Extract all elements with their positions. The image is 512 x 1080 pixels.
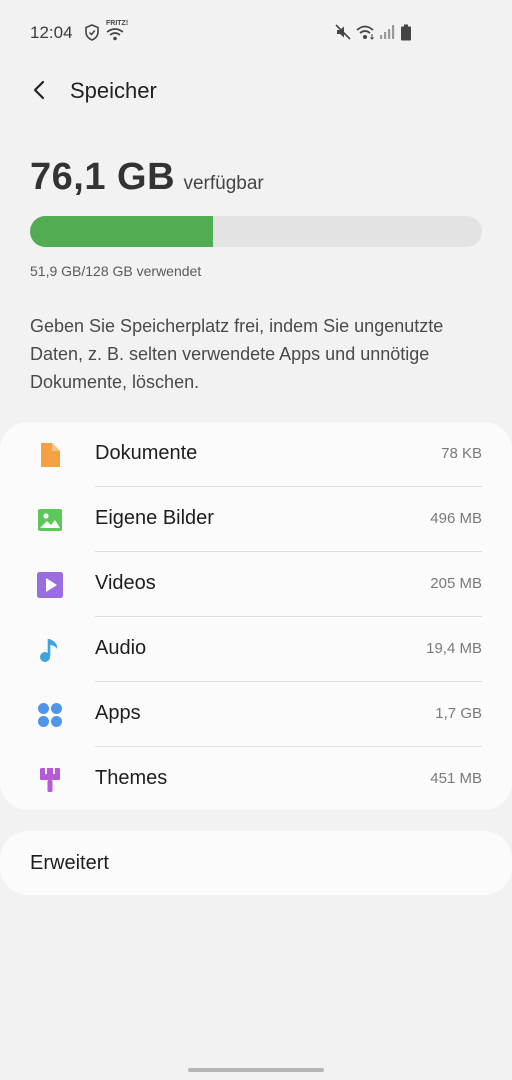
storage-categories-card: Dokumente 78 KB Eigene Bilder 496 MB Vid…	[0, 422, 512, 810]
category-size: 19,4 MB	[426, 640, 482, 657]
category-label: Dokumente	[95, 442, 198, 464]
category-size: 78 KB	[441, 445, 482, 462]
status-time: 12:04	[30, 23, 73, 42]
category-label: Eigene Bilder	[95, 507, 214, 529]
category-label: Audio	[95, 637, 147, 659]
document-icon	[41, 443, 60, 467]
category-size: 1,7 GB	[435, 705, 482, 722]
apps-icon	[38, 703, 62, 727]
image-icon	[38, 509, 62, 531]
category-label: Videos	[95, 572, 156, 594]
video-icon	[37, 572, 63, 598]
category-row-audio[interactable]: Audio 19,4 MB	[0, 617, 512, 682]
advanced-button[interactable]: Erweitert	[0, 831, 512, 895]
storage-usage-bar-fill	[30, 216, 214, 247]
page-title: Speicher	[70, 78, 157, 103]
storage-description: Geben Sie Speicherplatz frei, indem Sie …	[30, 316, 444, 392]
home-indicator[interactable]	[188, 1068, 324, 1072]
category-size: 496 MB	[430, 510, 482, 527]
category-row-dokumente[interactable]: Dokumente 78 KB	[0, 422, 512, 487]
brush-icon	[40, 768, 60, 792]
category-size: 205 MB	[430, 575, 482, 592]
wifi-icon	[356, 25, 374, 40]
category-row-videos[interactable]: Videos 205 MB	[0, 552, 512, 617]
storage-available-value: 76,1 GB	[30, 156, 176, 198]
storage-usage-bar	[30, 216, 482, 247]
wifi-network-label: FRITZ!	[106, 20, 129, 27]
status-bar: 12:04 FRITZ!	[0, 0, 512, 68]
shield-icon	[85, 24, 99, 41]
advanced-label: Erweitert	[30, 852, 109, 874]
app-bar: Speicher	[0, 68, 512, 118]
storage-used-text: 51,9 GB/128 GB verwendet	[30, 263, 202, 279]
battery-icon	[401, 24, 411, 41]
mute-icon	[335, 24, 351, 40]
category-row-apps[interactable]: Apps 1,7 GB	[0, 682, 512, 747]
music-icon	[40, 639, 58, 662]
category-label: Apps	[95, 702, 141, 724]
wifi-icon	[106, 28, 124, 41]
signal-icon	[380, 25, 395, 39]
category-row-themes[interactable]: Themes 451 MB	[0, 747, 512, 812]
storage-available: 76,1 GB verfügbar	[30, 156, 264, 199]
storage-available-label: verfügbar	[183, 173, 264, 194]
category-label: Themes	[95, 767, 168, 789]
back-arrow-icon[interactable]	[28, 78, 52, 102]
category-row-eigene-bilder[interactable]: Eigene Bilder 496 MB	[0, 487, 512, 552]
category-size: 451 MB	[430, 770, 482, 787]
